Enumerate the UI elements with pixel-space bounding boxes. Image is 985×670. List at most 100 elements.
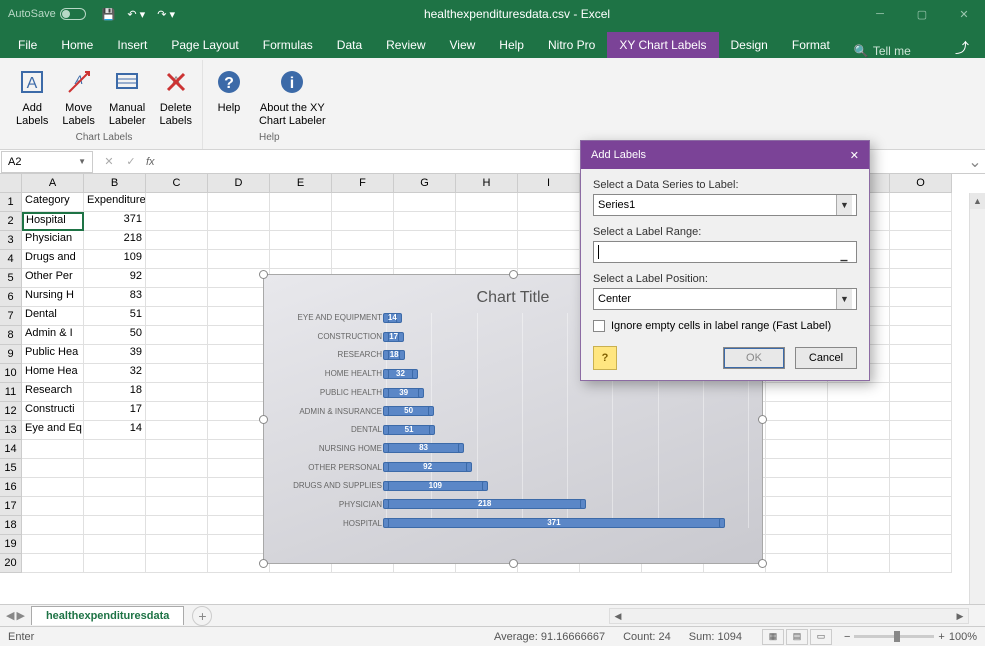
row-header[interactable]: 5 — [0, 269, 22, 288]
cell[interactable] — [890, 269, 952, 288]
page-layout-view-icon[interactable]: ▤ — [786, 629, 808, 645]
row-header[interactable]: 9 — [0, 345, 22, 364]
cell[interactable] — [890, 402, 952, 421]
cell[interactable] — [270, 212, 332, 231]
cell[interactable] — [146, 478, 208, 497]
cell[interactable] — [22, 478, 84, 497]
cell[interactable] — [828, 402, 890, 421]
cell[interactable] — [84, 478, 146, 497]
cell[interactable]: Expenditures — [84, 193, 146, 212]
row-header[interactable]: 1 — [0, 193, 22, 212]
column-header[interactable]: D — [208, 174, 270, 193]
cell[interactable] — [146, 497, 208, 516]
cell[interactable] — [890, 250, 952, 269]
cell[interactable] — [146, 212, 208, 231]
column-header[interactable]: O — [890, 174, 952, 193]
cell[interactable]: Hospital — [22, 212, 84, 231]
cell[interactable] — [828, 497, 890, 516]
cell[interactable] — [146, 326, 208, 345]
name-box[interactable]: A2▼ — [1, 151, 93, 173]
row-header[interactable]: 2 — [0, 212, 22, 231]
add-labels-button[interactable]: AAdd Labels — [10, 62, 54, 130]
cell[interactable] — [270, 231, 332, 250]
cell[interactable] — [146, 516, 208, 535]
cell[interactable] — [146, 307, 208, 326]
chart-bar[interactable]: 50 — [386, 406, 431, 416]
cell[interactable] — [456, 250, 518, 269]
row-header[interactable]: 17 — [0, 497, 22, 516]
cell[interactable] — [208, 250, 270, 269]
fx-icon[interactable]: fx — [146, 156, 155, 168]
chart-bar[interactable]: 92 — [386, 462, 469, 472]
column-header[interactable]: A — [22, 174, 84, 193]
cell[interactable] — [766, 421, 828, 440]
ignore-empty-checkbox[interactable]: Ignore empty cells in label range (Fast … — [593, 320, 857, 332]
label-position-combo[interactable]: Center▼ — [593, 288, 857, 310]
cell[interactable] — [146, 440, 208, 459]
cell[interactable] — [270, 193, 332, 212]
cell[interactable] — [456, 231, 518, 250]
cell[interactable] — [890, 307, 952, 326]
cell[interactable] — [208, 440, 270, 459]
cell[interactable] — [22, 497, 84, 516]
tab-data[interactable]: Data — [325, 32, 374, 58]
sheet-tab-active[interactable]: healthexpendituresdata — [31, 606, 184, 625]
cell[interactable]: 83 — [84, 288, 146, 307]
cell[interactable]: Eye and Eq — [22, 421, 84, 440]
autosave-toggle[interactable]: AutoSave — [8, 8, 86, 20]
cell[interactable]: Drugs and — [22, 250, 84, 269]
resize-handle[interactable] — [758, 559, 767, 568]
resize-handle[interactable] — [509, 559, 518, 568]
cell[interactable] — [22, 516, 84, 535]
cell[interactable] — [208, 459, 270, 478]
cell[interactable] — [828, 421, 890, 440]
help-button[interactable]: ?Help — [207, 62, 251, 130]
cell[interactable]: 17 — [84, 402, 146, 421]
cell[interactable] — [84, 516, 146, 535]
checkbox-icon[interactable] — [593, 320, 605, 332]
cell[interactable] — [890, 231, 952, 250]
cell[interactable] — [22, 535, 84, 554]
enter-formula-icon[interactable]: ✓ — [122, 155, 140, 168]
cell[interactable] — [890, 193, 952, 212]
cell[interactable] — [146, 459, 208, 478]
cell[interactable] — [890, 535, 952, 554]
cell[interactable]: 32 — [84, 364, 146, 383]
cell[interactable] — [22, 459, 84, 478]
cell[interactable]: Other Per — [22, 269, 84, 288]
cell[interactable] — [890, 212, 952, 231]
cell[interactable] — [394, 193, 456, 212]
tell-me-search[interactable]: 🔍 Tell me — [854, 44, 911, 58]
cell[interactable] — [518, 193, 580, 212]
cell[interactable] — [208, 497, 270, 516]
move-labels-button[interactable]: AMove Labels — [56, 62, 100, 130]
delete-labels-button[interactable]: ADelete Labels — [154, 62, 198, 130]
page-break-view-icon[interactable]: ▭ — [810, 629, 832, 645]
cell[interactable]: 109 — [84, 250, 146, 269]
cell[interactable] — [208, 231, 270, 250]
expand-formula-bar-icon[interactable]: ⌄ — [965, 152, 985, 172]
cell[interactable] — [828, 459, 890, 478]
cell[interactable] — [890, 497, 952, 516]
resize-handle[interactable] — [259, 415, 268, 424]
cell[interactable] — [828, 440, 890, 459]
cell[interactable]: 39 — [84, 345, 146, 364]
cell[interactable] — [890, 421, 952, 440]
cell[interactable] — [146, 402, 208, 421]
dialog-close-icon[interactable]: ✕ — [850, 149, 859, 162]
column-header[interactable]: E — [270, 174, 332, 193]
row-header[interactable]: 4 — [0, 250, 22, 269]
cell[interactable] — [146, 193, 208, 212]
chevron-down-icon[interactable]: ▼ — [78, 157, 86, 166]
cell[interactable] — [146, 383, 208, 402]
cell[interactable]: Category — [22, 193, 84, 212]
cell[interactable] — [766, 459, 828, 478]
cell[interactable] — [208, 383, 270, 402]
cell[interactable] — [208, 478, 270, 497]
cell[interactable] — [208, 345, 270, 364]
cell[interactable] — [270, 250, 332, 269]
share-icon[interactable]: ⤴ — [945, 38, 979, 58]
cell[interactable]: Physician — [22, 231, 84, 250]
cell[interactable] — [146, 231, 208, 250]
new-sheet-button[interactable]: + — [192, 606, 212, 626]
